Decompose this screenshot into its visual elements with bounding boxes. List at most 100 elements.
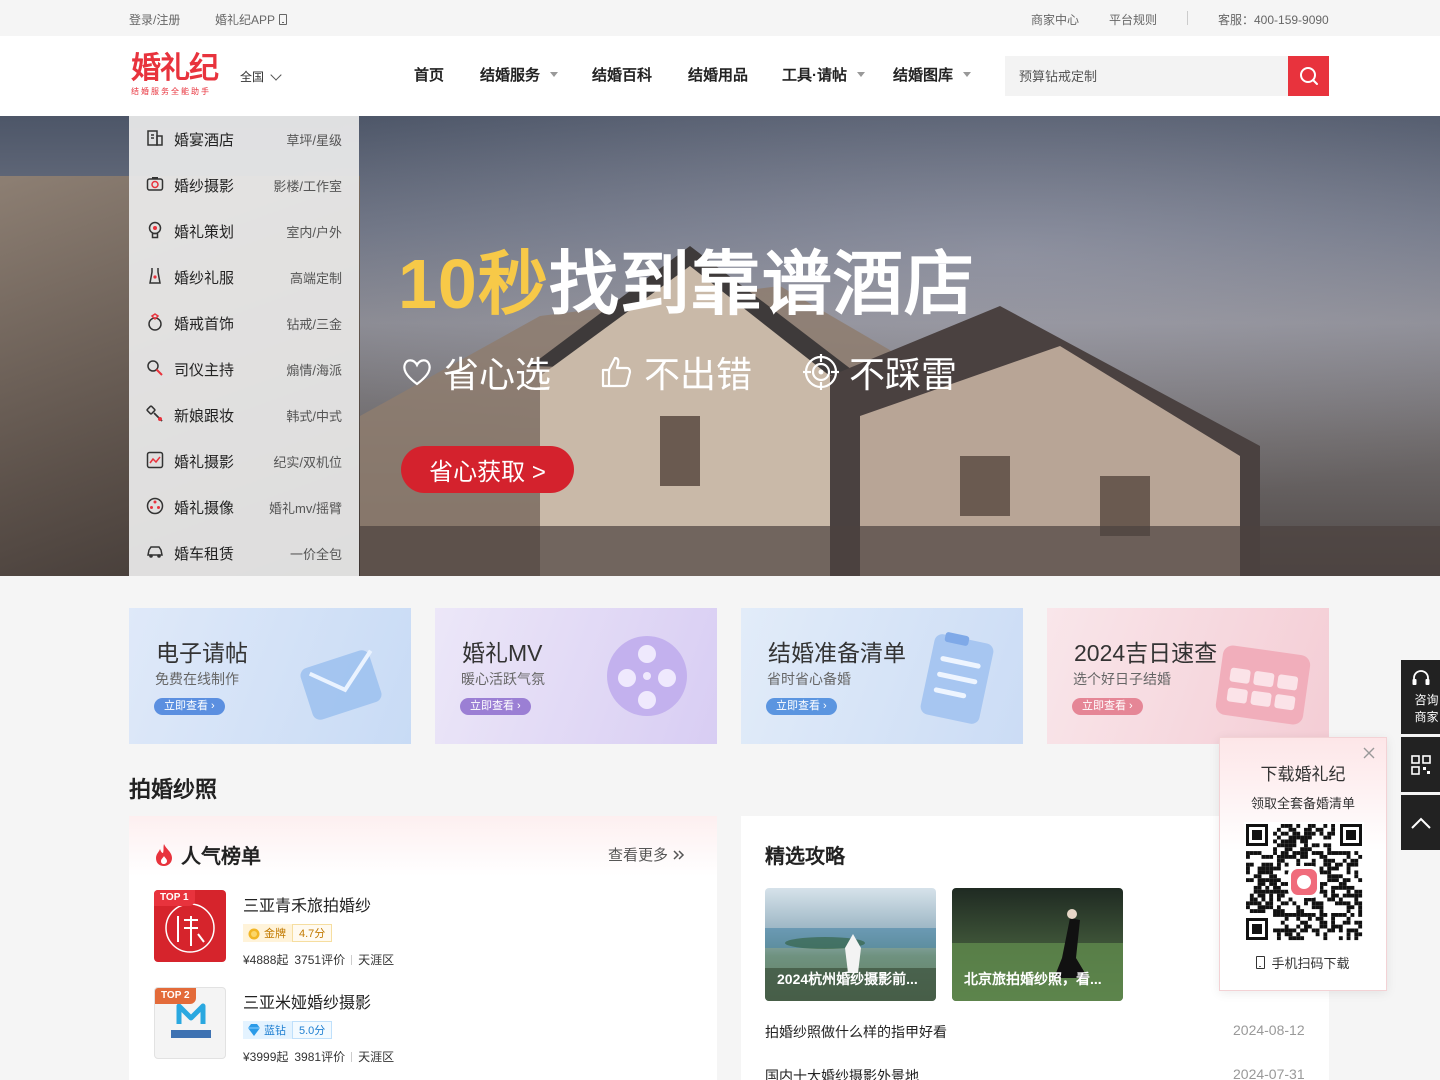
- category-item-rings[interactable]: 婚戒首饰 钻戒/三金: [129, 300, 359, 346]
- category-name: 婚礼摄像: [174, 500, 235, 517]
- category-item-makeup[interactable]: 新娘跟妆 韩式/中式: [129, 392, 359, 438]
- calendar-icon: [1215, 645, 1311, 725]
- qr-code-button[interactable]: [1401, 737, 1440, 792]
- vendor-logo: TOP 2: [154, 987, 226, 1059]
- level-badge: 蓝钻: [243, 1021, 292, 1039]
- platform-rules-link[interactable]: 平台规则: [1109, 11, 1157, 28]
- button-label: 立即查看: [164, 700, 208, 712]
- category-sub[interactable]: 钻戒/三金: [286, 314, 342, 333]
- ranking-item[interactable]: TOP 2 三亚米娅婚纱摄影 蓝钻 5.0分 ¥3999起 3981评价 天涯区: [154, 987, 694, 1067]
- category-item-video[interactable]: 婚礼摄像 婚礼mv/摇臂: [129, 484, 359, 530]
- category-sub[interactable]: 煽情/海派: [286, 360, 342, 379]
- nav-wedding-wiki[interactable]: 结婚百科: [592, 64, 652, 85]
- button-label: 立即查看: [776, 700, 820, 712]
- tool-card-title: 电子请帖: [156, 640, 248, 666]
- category-name: 司仪主持: [174, 362, 235, 379]
- tool-card-button[interactable]: 立即查看 ›: [1072, 698, 1143, 715]
- search-button[interactable]: [1288, 56, 1329, 96]
- city-selector[interactable]: 全国: [240, 68, 282, 85]
- rank-tag: TOP 1: [154, 890, 195, 906]
- nav-home[interactable]: 首页: [414, 64, 444, 85]
- consult-merchant-button[interactable]: 咨询 商家: [1401, 660, 1440, 734]
- score-badge: 4.7分: [292, 924, 333, 942]
- back-to-top-button[interactable]: [1401, 795, 1440, 850]
- category-sub[interactable]: 韩式/中式: [286, 406, 342, 425]
- ranking-item[interactable]: TOP 1 三亚青禾旅拍婚纱 金牌 4.7分 ¥4888起 3751评价 天涯区: [154, 890, 694, 970]
- category-item-hotel[interactable]: 婚宴酒店 草坪/星级: [129, 116, 359, 162]
- vendor-logo: TOP 1: [154, 890, 226, 962]
- app-link-label: 婚礼纪APP: [215, 13, 276, 27]
- vendor-badge: 蓝钻 5.0分: [243, 1020, 333, 1040]
- logo-text: 婚礼纪: [131, 51, 219, 86]
- nav-wedding-supplies[interactable]: 结婚用品: [688, 64, 748, 85]
- hotel-icon: [147, 130, 163, 146]
- vendor-meta: ¥4888起 3751评价 天涯区: [243, 951, 394, 968]
- category-item-host[interactable]: 司仪主持 煽情/海派: [129, 346, 359, 392]
- tool-card-lucky-dates[interactable]: 2024吉日速查 选个好日子结婚 立即查看 ›: [1047, 608, 1329, 744]
- tool-card-title: 婚礼MV: [462, 640, 543, 666]
- feature-item: 不出错: [600, 346, 752, 398]
- tool-card-checklist[interactable]: 结婚准备清单 省时省心备婚 立即查看 ›: [741, 608, 1023, 744]
- divider: [351, 1051, 353, 1062]
- category-sub[interactable]: 一价全包: [290, 544, 342, 563]
- close-icon[interactable]: [1362, 746, 1376, 760]
- search-input[interactable]: [1005, 56, 1289, 96]
- tool-card-button[interactable]: 立即查看 ›: [766, 698, 837, 715]
- category-item-wedding-photo[interactable]: 婚礼摄影 纪实/双机位: [129, 438, 359, 484]
- view-more-link[interactable]: 查看更多: [608, 844, 686, 865]
- guides-title: 精选攻略: [765, 846, 845, 868]
- category-item-planning[interactable]: 婚礼策划 室内/户外: [129, 208, 359, 254]
- bulb-icon: [148, 221, 162, 239]
- category-sub[interactable]: 影楼/工作室: [273, 176, 342, 195]
- caret-down-icon: [963, 72, 972, 77]
- category-sub[interactable]: 婚礼mv/摇臂: [269, 498, 342, 517]
- car-icon: [147, 546, 163, 558]
- guide-card-caption: 2024杭州婚纱摄影前...: [777, 971, 918, 987]
- category-name: 婚礼策划: [174, 224, 235, 241]
- tool-card-title: 2024吉日速查: [1074, 640, 1218, 666]
- top-bar: 登录/注册 婚礼纪APP 商家中心 平台规则 客服：400-159-9090: [0, 0, 1440, 36]
- guide-card[interactable]: 北京旅拍婚纱照，看...: [952, 888, 1123, 1001]
- customer-service-text: 客服：400-159-9090: [1218, 13, 1329, 27]
- popular-title-text: 人气榜单: [181, 846, 261, 868]
- ring-icon: [148, 313, 162, 331]
- diamond-icon: [248, 1024, 260, 1036]
- nav-tools-invitations[interactable]: 工具·请帖: [782, 64, 865, 85]
- popup-scan-hint: 手机扫码下载: [1220, 953, 1386, 972]
- score-badge: 5.0分: [292, 1021, 333, 1039]
- tool-card-e-invitation[interactable]: 电子请帖 免费在线制作 立即查看 ›: [129, 608, 411, 744]
- vendor-badge: 金牌 4.7分: [243, 923, 333, 943]
- vendor-price: ¥4888起: [243, 953, 289, 967]
- nav-wedding-gallery[interactable]: 结婚图库: [893, 64, 972, 85]
- tool-card-subtitle: 暖心活跃气氛: [461, 671, 545, 687]
- category-sub[interactable]: 室内/户外: [286, 222, 342, 241]
- qr-code-icon: [1410, 754, 1431, 775]
- caret-down-icon: [857, 72, 865, 77]
- nav-wedding-services[interactable]: 结婚服务: [480, 64, 559, 85]
- tool-card-button[interactable]: 立即查看 ›: [154, 698, 225, 715]
- flame-icon: [156, 843, 172, 866]
- category-sub[interactable]: 草坪/星级: [286, 130, 342, 149]
- envelope-icon: [300, 649, 382, 720]
- chevron-down-icon: [270, 68, 282, 81]
- category-item-car[interactable]: 婚车租赁 一价全包: [129, 530, 359, 576]
- banner-cta-button[interactable]: 省心获取 >: [401, 446, 574, 493]
- article-row[interactable]: 国内十大婚纱摄影外景地 2024-07-31: [765, 1066, 1305, 1080]
- category-item-dress[interactable]: 婚纱礼服 高端定制: [129, 254, 359, 300]
- guide-card-caption: 北京旅拍婚纱照，看...: [964, 971, 1102, 987]
- tool-card-button[interactable]: 立即查看 ›: [460, 698, 531, 715]
- category-sub[interactable]: 高端定制: [290, 268, 342, 287]
- article-row[interactable]: 拍婚纱照做什么样的指甲好看 2024-08-12: [765, 1022, 1305, 1042]
- guide-card[interactable]: 2024杭州婚纱摄影前...: [765, 888, 936, 1001]
- app-link[interactable]: 婚礼纪APP: [215, 11, 288, 28]
- login-link[interactable]: 登录/注册: [129, 11, 180, 28]
- logo[interactable]: 婚礼纪 结婚服务全能助手: [131, 52, 221, 100]
- merchant-center-link[interactable]: 商家中心: [1031, 11, 1079, 28]
- category-menu: 婚宴酒店 草坪/星级 婚纱摄影 影楼/工作室 婚礼策划 室内/户外 婚纱礼服 高…: [129, 116, 359, 576]
- scan-label: 手机扫码下载: [1271, 956, 1350, 971]
- category-sub[interactable]: 纪实/双机位: [273, 452, 342, 471]
- category-item-photography[interactable]: 婚纱摄影 影楼/工作室: [129, 162, 359, 208]
- tool-card-wedding-mv[interactable]: 婚礼MV 暖心活跃气氛 立即查看 ›: [435, 608, 717, 744]
- nav-label: 结婚百科: [592, 67, 653, 84]
- main-header: 婚礼纪 结婚服务全能助手 全国 首页 结婚服务 结婚百科 结婚用品 工具·请帖 …: [0, 36, 1440, 116]
